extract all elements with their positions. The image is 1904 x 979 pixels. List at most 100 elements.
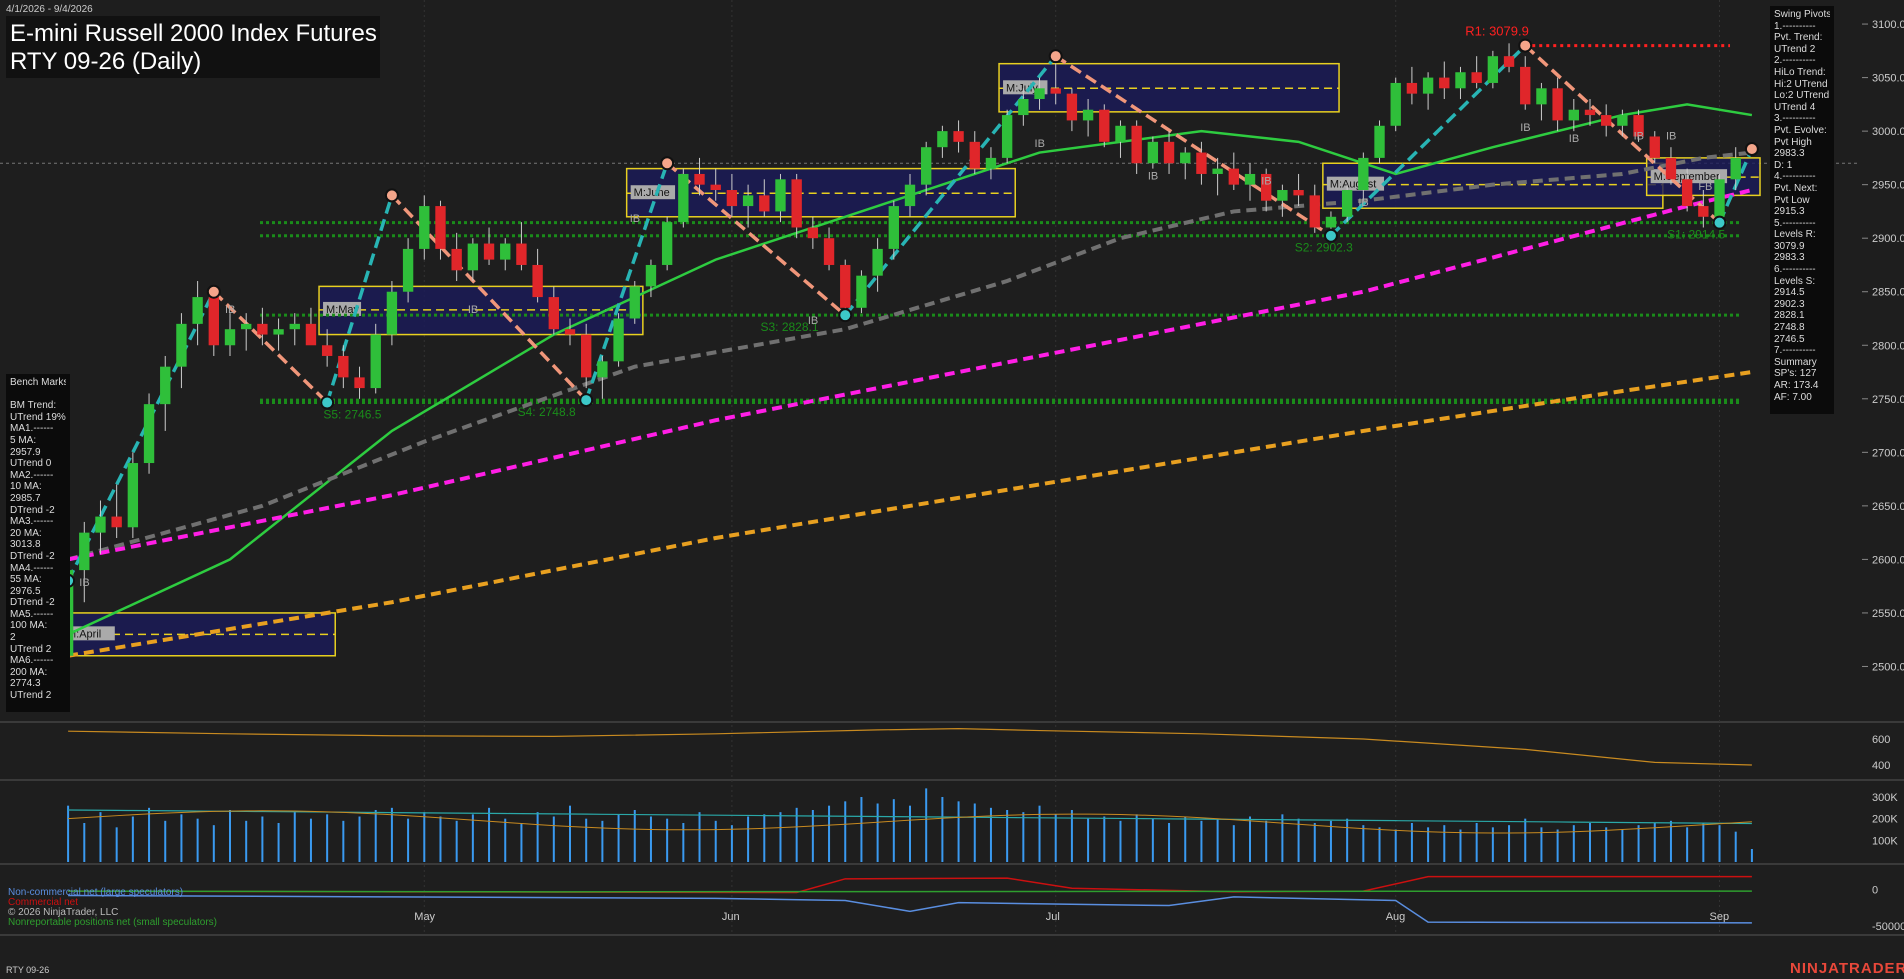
candle-body [661, 222, 673, 265]
price-chart[interactable]: May Jun Jul Aug Sep 2500.0 2550.0 2600.0 2650.0 2… [0, 0, 1904, 979]
swing-panel-line: HiLo Trend: [1774, 66, 1826, 78]
candle-body [483, 243, 495, 260]
swing-panel-line: 3.---------- [1774, 113, 1816, 125]
candle-body [1277, 190, 1288, 201]
ib-label: IB [1261, 176, 1271, 188]
candle-body [629, 286, 640, 319]
candle-body [208, 297, 219, 346]
bench-panel-line [10, 389, 66, 401]
atr-line [68, 727, 1752, 766]
swing-panel-line: Summary [1774, 356, 1817, 368]
candle-body [111, 516, 122, 528]
swing-panel-line: 2828.1 [1774, 310, 1805, 322]
candle-body [419, 206, 430, 249]
candle-body [1714, 179, 1725, 217]
candle-body [953, 131, 964, 142]
month-label: M:August [1330, 179, 1376, 191]
bench-panel-line: UTrend 2 [10, 643, 52, 655]
candle-body [1115, 125, 1126, 142]
ib-label: IB [808, 315, 818, 327]
candle-body [1066, 93, 1078, 121]
candle-body [775, 179, 786, 212]
pivot-marker [1323, 228, 1338, 243]
swing-panel-line: 2914.5 [1774, 287, 1805, 299]
ib-label: IB [1358, 197, 1368, 209]
candle-body [921, 147, 932, 185]
ib-label: IB [630, 213, 640, 225]
candle-body [872, 248, 883, 276]
candle-body [1406, 82, 1418, 94]
candle-body [694, 173, 705, 185]
candle-body [435, 206, 446, 249]
pivot-marker [1518, 38, 1533, 53]
candle-body [1358, 157, 1369, 191]
chart-title: E-mini Russell 2000 Index Futures [10, 20, 377, 47]
resistance-label: R1: 3079.9 [1465, 24, 1529, 39]
swing-panel-line: 4.---------- [1774, 171, 1816, 183]
candle-body [823, 238, 835, 265]
swing-panel-line: Swing Pivots [1774, 9, 1830, 20]
y-tick-label: 2550.0 [1872, 608, 1904, 620]
swing-panel-line: Levels S: [1774, 275, 1816, 287]
swing-panel-line: UTrend 2 [1774, 43, 1816, 55]
candle-body [1325, 216, 1337, 228]
bench-panel-line: MA5.------ [10, 608, 54, 620]
candle-body [532, 264, 543, 298]
ib-label: IB [1520, 122, 1530, 134]
y-tick-label: 2750.0 [1872, 394, 1904, 406]
candle-body [224, 329, 236, 346]
bench-panel-line: 2 [10, 632, 16, 644]
atr-tick-label: 400 [1872, 760, 1890, 772]
candle-body [840, 264, 851, 308]
x-tick-label: Sep [1710, 911, 1730, 923]
candle-body [1293, 190, 1304, 196]
moving-average-line [67, 370, 1753, 658]
swing-panel-line: Lo:2 UTrend [1774, 90, 1830, 102]
swing-panel-line: 2.---------- [1774, 55, 1816, 67]
candle-body [516, 243, 527, 265]
bench-panel-line: Bench Marks [10, 377, 66, 388]
candle-body [1147, 141, 1159, 164]
candle-body [402, 248, 414, 292]
swing-leg [66, 290, 216, 582]
cot-legend: Non-commercial net (large speculators) C… [8, 888, 217, 928]
swing-panel-line: Pvt Low [1774, 194, 1810, 206]
swing-panel-line: SP's: 127 [1774, 368, 1817, 380]
candle-body [176, 323, 187, 367]
ib-label: IB [79, 577, 89, 589]
candle-body [1649, 136, 1660, 158]
pivot-marker [320, 395, 335, 410]
swing-panel-line: AF: 7.00 [1774, 391, 1812, 403]
ib-label: IB [1569, 133, 1579, 145]
candle-body [1180, 152, 1191, 164]
ib-label: IB [1148, 170, 1158, 182]
candle-body [127, 463, 139, 528]
y-tick-label: 2950.0 [1872, 180, 1904, 192]
candle-body [1698, 206, 1709, 217]
candle-body [564, 329, 576, 335]
candle-body [613, 318, 624, 362]
y-tick-label: 3050.0 [1872, 73, 1904, 85]
swing-panel-line: UTrend 4 [1774, 101, 1816, 113]
candle-body [1034, 88, 1045, 100]
bench-panel-line: 200 MA: [10, 666, 48, 678]
candle-body [1018, 99, 1029, 116]
candle-body [467, 243, 479, 271]
swing-panel-line: 3079.9 [1774, 240, 1805, 252]
swing-panel-line: Pvt. Next: [1774, 182, 1818, 194]
bench-panel-line: UTrend 19% [10, 411, 66, 423]
ib-label: IB [1035, 138, 1045, 150]
bench-panel-line: MA6.------ [10, 655, 54, 667]
bench-panel-line: MA2.------ [10, 469, 54, 481]
y-tick-label: 2650.0 [1872, 501, 1904, 513]
x-tick-label: Jun [722, 911, 740, 923]
y-tick-label: 3000.0 [1872, 126, 1904, 138]
candle-body [1212, 168, 1223, 174]
candle-body [678, 173, 689, 223]
candle-body [791, 179, 802, 228]
candle-body [581, 334, 592, 378]
swing-panel-line: 2748.8 [1774, 322, 1805, 334]
swing-panel-line: 1.---------- [1774, 20, 1816, 32]
support-label: S5: 2746.5 [323, 408, 381, 422]
month-label: M:June [634, 187, 670, 199]
